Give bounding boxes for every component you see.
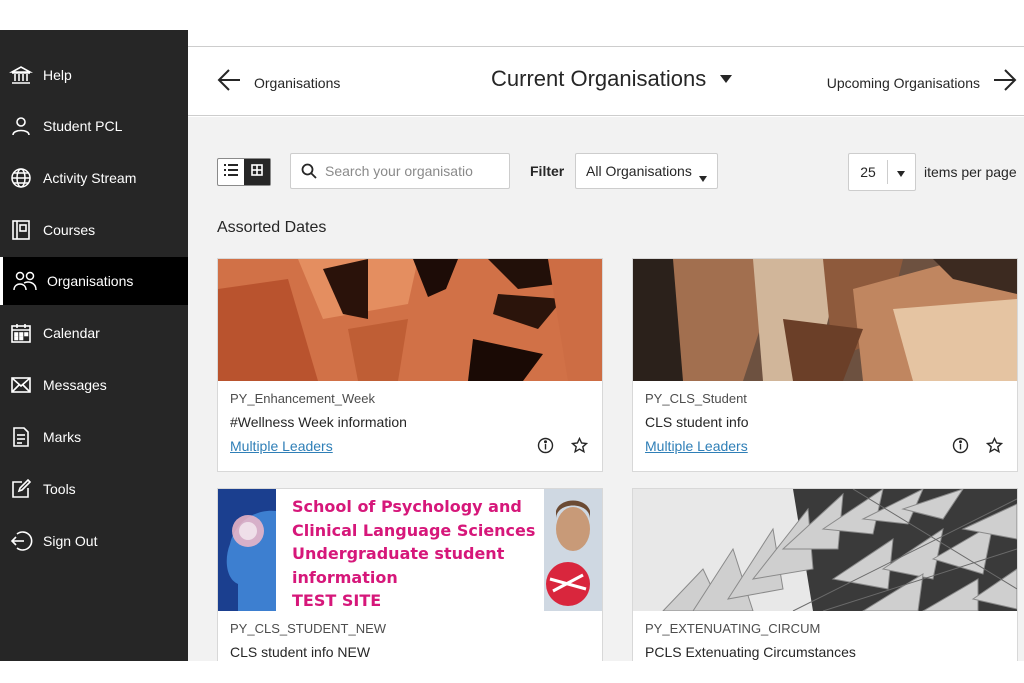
sidebar-item-label: Sign Out [43, 533, 98, 549]
marks-icon [8, 424, 34, 450]
sidebar-item-label: Organisations [47, 273, 134, 289]
banner-text: School of Psychology and Clinical Langua… [292, 495, 542, 611]
star-icon[interactable] [571, 437, 588, 454]
list-icon [224, 163, 238, 181]
globe-icon [8, 165, 34, 191]
list-view-button[interactable] [218, 159, 244, 185]
info-icon[interactable] [952, 437, 969, 454]
card-image: School of Psychology and Clinical Langua… [218, 489, 602, 611]
sidebar-item-calendar[interactable]: Calendar [0, 309, 188, 357]
envelope-icon [8, 372, 34, 398]
filter-label: Filter [530, 163, 565, 179]
organisation-card[interactable]: School of Psychology and Clinical Langua… [217, 488, 603, 661]
search-input[interactable] [325, 163, 505, 179]
sidebar-item-marks[interactable]: Marks [0, 413, 188, 461]
sidebar-item-organisations[interactable]: Organisations [0, 257, 188, 305]
upcoming-organisations-link[interactable]: Upcoming Organisations [827, 67, 1018, 98]
filter-select[interactable]: All Organisations [575, 153, 718, 189]
sidebar-item-sign-out[interactable]: Sign Out [0, 517, 188, 565]
main-content: Filter All Organisations 25 items per pa… [188, 117, 1024, 661]
book-icon [8, 217, 34, 243]
caret-down-icon [699, 169, 707, 185]
card-org-name: CLS student info [645, 414, 749, 430]
organisation-card[interactable]: PY_Enhancement_Week #Wellness Week infor… [217, 258, 603, 472]
banner-line: Undergraduate student [292, 544, 505, 563]
sidebar-item-student-pcl[interactable]: Student PCL [0, 102, 188, 150]
arrow-right-icon [992, 67, 1018, 98]
search-icon [301, 163, 317, 179]
items-per-page-value: 25 [860, 164, 876, 180]
view-toggle [217, 158, 271, 186]
organisation-card[interactable]: PY_EXTENUATING_CIRCUM PCLS Extenuating C… [632, 488, 1018, 661]
arrow-left-icon [216, 67, 242, 98]
sidebar-item-label: Calendar [43, 325, 100, 341]
star-icon[interactable] [986, 437, 1003, 454]
filter-value: All Organisations [586, 163, 692, 179]
sidebar-item-label: Courses [43, 222, 96, 238]
bank-icon [8, 62, 34, 88]
banner-line: Clinical Language Sciences [292, 520, 536, 540]
banner-line: TEST SITE [292, 591, 382, 610]
edit-icon [8, 476, 34, 502]
back-to-organisations-link[interactable]: Organisations [216, 67, 340, 98]
items-per-page-label: items per page [924, 164, 1017, 180]
card-image [218, 259, 602, 381]
current-organisations-dropdown[interactable]: Current Organisations [491, 66, 733, 92]
search-box [290, 153, 510, 189]
items-per-page-select[interactable]: 25 [848, 153, 916, 191]
people-icon [12, 268, 38, 294]
sidebar-item-messages[interactable]: Messages [0, 361, 188, 409]
sidebar-item-label: Help [43, 67, 72, 83]
sidebar-item-activity-stream[interactable]: Activity Stream [0, 154, 188, 202]
card-image [633, 259, 1017, 381]
grid-icon [251, 163, 263, 181]
sidebar-item-label: Student PCL [43, 118, 123, 134]
sidebar-item-label: Activity Stream [43, 170, 137, 186]
card-org-id: PY_EXTENUATING_CIRCUM [645, 621, 821, 636]
divider [887, 160, 888, 184]
caret-down-icon [720, 70, 733, 88]
user-icon [8, 113, 34, 139]
card-org-id: PY_Enhancement_Week [230, 391, 376, 406]
organisation-card[interactable]: PY_CLS_Student CLS student info Multiple… [632, 258, 1018, 472]
sidebar-item-tools[interactable]: Tools [0, 465, 188, 513]
card-leaders-link[interactable]: Multiple Leaders [230, 438, 333, 454]
calendar-icon [8, 320, 34, 346]
sidebar-item-label: Marks [43, 429, 82, 445]
card-org-id: PY_CLS_Student [645, 391, 747, 406]
back-link-label: Organisations [254, 74, 341, 91]
page-title: Current Organisations [491, 66, 707, 91]
banner-line: information [292, 567, 398, 587]
next-link-label: Upcoming Organisations [826, 74, 980, 91]
sidebar: Help Student PCL Activity Stream Courses… [0, 30, 188, 661]
card-leaders-link[interactable]: Multiple Leaders [645, 438, 748, 454]
sign-out-icon [8, 528, 34, 554]
grid-view-button[interactable] [244, 159, 270, 185]
card-org-name: PCLS Extenuating Circumstances [645, 644, 856, 660]
sidebar-item-courses[interactable]: Courses [0, 206, 188, 254]
page-header: Organisations Current Organisations Upco… [188, 46, 1024, 116]
card-org-id: PY_CLS_STUDENT_NEW [230, 621, 387, 636]
card-org-name: #Wellness Week information [230, 414, 407, 430]
sidebar-item-help[interactable]: Help [0, 51, 188, 99]
sidebar-item-label: Messages [43, 377, 107, 393]
info-icon[interactable] [537, 437, 554, 454]
banner-line: School of Psychology and [292, 497, 522, 516]
group-title: Assorted Dates [217, 219, 327, 236]
sidebar-item-label: Tools [43, 481, 76, 497]
caret-down-icon [897, 164, 905, 180]
card-org-name: CLS student info NEW [230, 644, 371, 660]
card-image [633, 489, 1017, 611]
